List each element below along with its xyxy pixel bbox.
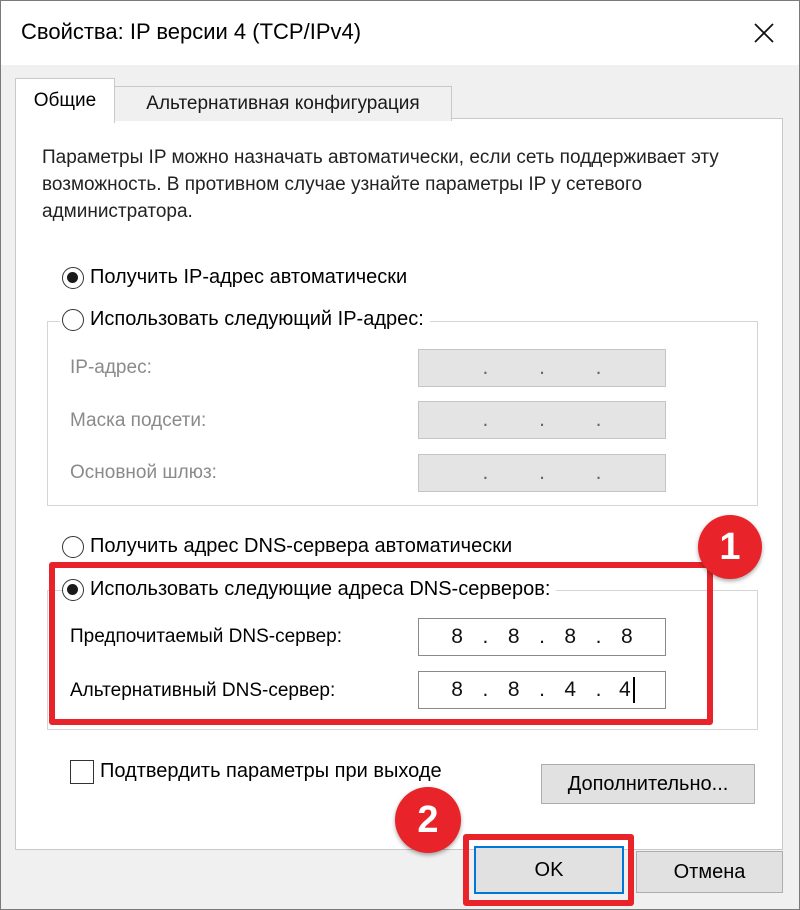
separator: . <box>482 461 489 484</box>
step-badge-1: 1 <box>698 515 762 579</box>
window-title: Свойства: IP версии 4 (TCP/IPv4) <box>21 19 362 44</box>
cancel-button[interactable]: Отмена <box>636 851 783 893</box>
separator: . <box>595 408 602 431</box>
radio-indicator[interactable] <box>62 266 84 289</box>
title-bar: Свойства: IP версии 4 (TCP/IPv4) <box>1 1 799 65</box>
radio-dns-auto-label: Получить адрес DNS-сервера автоматически <box>90 535 513 557</box>
ip-address-field[interactable]: . . . <box>418 349 666 387</box>
tab-general[interactable]: Общие <box>15 78 115 123</box>
separator: . <box>539 356 545 379</box>
ok-highlight-box <box>463 834 634 906</box>
separator: . <box>539 408 545 431</box>
close-button[interactable] <box>729 1 799 65</box>
gateway-field[interactable]: . . . <box>418 454 666 492</box>
subnet-mask-label: Маска подсети: <box>70 410 207 431</box>
dns-highlight-box <box>49 562 713 725</box>
radio-indicator[interactable] <box>62 308 84 331</box>
separator: . <box>595 356 602 379</box>
confirm-on-exit-checkbox[interactable] <box>70 760 94 784</box>
confirm-on-exit-label[interactable]: Подтвердить параметры при выходе <box>100 760 442 783</box>
subnet-mask-field[interactable]: . . . <box>418 401 666 439</box>
tab-alternative-config[interactable]: Альтернативная конфигурация <box>114 86 452 121</box>
gateway-label: Основной шлюз: <box>70 462 217 483</box>
radio-ip-manual[interactable]: Использовать следующий IP-адрес: <box>60 308 430 331</box>
description-text: Параметры IP можно назначать автоматичес… <box>42 147 719 222</box>
ip-address-label: IP-адрес: <box>70 357 152 378</box>
separator: . <box>595 461 602 484</box>
radio-ip-auto[interactable]: Получить IP-адрес автоматически <box>62 266 407 289</box>
advanced-button[interactable]: Дополнительно... <box>541 764 755 804</box>
separator: . <box>482 408 489 431</box>
separator: . <box>539 461 545 484</box>
radio-ip-manual-label: Использовать следующий IP-адрес: <box>90 308 424 330</box>
close-icon <box>754 23 774 43</box>
step-badge-2: 2 <box>395 787 461 853</box>
radio-indicator[interactable] <box>62 535 84 558</box>
radio-dns-auto[interactable]: Получить адрес DNS-сервера автоматически <box>62 535 512 558</box>
radio-ip-auto-label: Получить IP-адрес автоматически <box>90 266 408 288</box>
separator: . <box>482 356 489 379</box>
